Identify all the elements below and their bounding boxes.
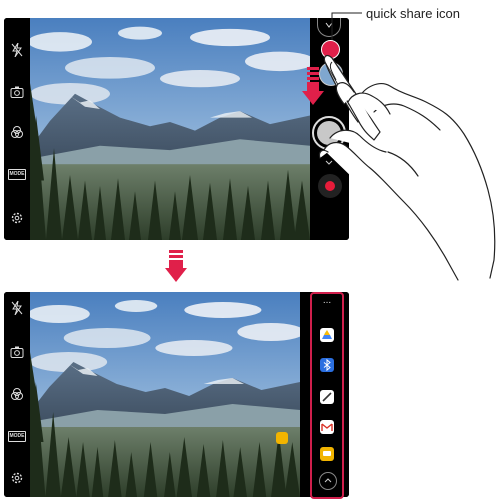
flash-off-icon[interactable] <box>7 298 27 318</box>
filter-icon[interactable] <box>7 122 27 142</box>
settings-icon[interactable] <box>7 468 27 488</box>
left-toolbar: MODE <box>4 18 30 240</box>
gmail-icon[interactable] <box>320 420 334 434</box>
quick-share-callout: quick share icon <box>366 6 460 21</box>
filter-icon[interactable] <box>7 384 27 404</box>
switch-camera-icon[interactable] <box>7 82 27 102</box>
transition-down-arrow <box>165 250 187 284</box>
flash-off-icon[interactable] <box>7 40 27 60</box>
callout-line <box>331 12 362 40</box>
landscape-photo <box>30 18 310 240</box>
camera-screen-top: MODE <box>4 18 349 240</box>
pen-app-icon[interactable] <box>320 390 334 404</box>
landscape-photo <box>30 292 300 497</box>
messages-icon[interactable] <box>320 447 334 461</box>
left-toolbar-bottom: MODE <box>4 292 30 497</box>
google-drive-icon[interactable] <box>320 328 334 342</box>
camera-screen-bottom: MODE <box>4 292 349 497</box>
mode-icon[interactable]: MODE <box>7 164 27 184</box>
mode-label: MODE <box>8 168 26 180</box>
viewfinder-image <box>30 18 310 240</box>
mode-icon[interactable]: MODE <box>7 426 27 446</box>
hand-illustration <box>318 54 496 281</box>
mode-label: MODE <box>8 430 26 442</box>
quick-share-panel: ... <box>310 292 344 499</box>
more-options-icon[interactable]: ... <box>312 296 342 306</box>
bluetooth-icon[interactable] <box>320 358 334 372</box>
switch-camera-icon[interactable] <box>7 342 27 362</box>
settings-icon[interactable] <box>7 208 27 228</box>
viewfinder-image-bottom <box>30 292 300 497</box>
messages-icon <box>276 432 288 444</box>
collapse-button[interactable] <box>319 472 337 490</box>
